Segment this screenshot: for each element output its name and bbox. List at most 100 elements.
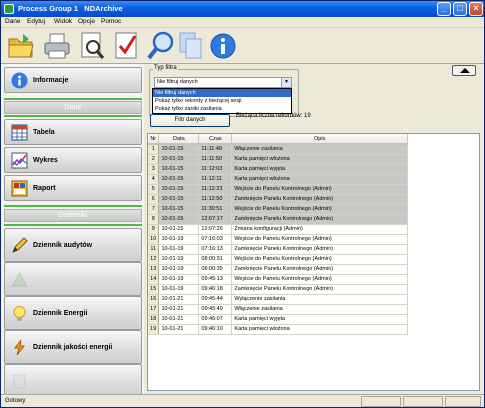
checkmark-icon[interactable] — [113, 31, 141, 61]
section-header-dane: Dane — [4, 101, 142, 114]
column-header-opis[interactable]: Opis — [231, 134, 408, 145]
filter-option[interactable]: Pokaż tylko zaniki zasilania — [153, 105, 291, 113]
table-row[interactable]: 4 10-01-15 11:12:11 Karta pamięci włożona — [148, 174, 408, 185]
row-number: 14 — [148, 274, 160, 285]
filter-data-button[interactable]: Filtr danych — [150, 114, 230, 127]
lightbulb-icon — [13, 306, 26, 321]
row-description: Wejście do Panelu Kontrolnego (Admin) — [231, 254, 408, 265]
row-description: Zamknięcie Panelu Kontrolnego (Admin) — [231, 244, 408, 255]
row-time: 07:16:03 — [198, 234, 233, 245]
table-row[interactable]: 5 10-01-15 11:12:23 Wejście do Panelu Kontr… — [148, 184, 408, 195]
table-row[interactable]: 6 10-01-15 11:12:50 Zamknięcie Panelu Kontr… — [148, 194, 408, 205]
copy-pages-icon[interactable] — [177, 31, 205, 61]
sidebar-item-informacje[interactable]: Informacje — [4, 67, 142, 93]
column-header-data[interactable]: Data — [158, 134, 200, 145]
sidebar: Informacje Dane Tabela Wykres Raport Dzi… — [1, 64, 144, 398]
row-date: 10-01-19 — [158, 244, 200, 255]
row-date: 10-01-15 — [158, 144, 200, 155]
sidebar-item-tabela[interactable]: Tabela — [4, 119, 142, 145]
table-row[interactable]: 19 10-01-21 09:46:10 Karta pamięci włożona — [148, 324, 408, 335]
menu-opcje[interactable]: Opcje — [78, 18, 95, 25]
column-header-nr[interactable]: Nr — [148, 134, 160, 145]
sidebar-item-wykres[interactable]: Wykres — [4, 147, 142, 173]
row-number: 7 — [148, 204, 160, 215]
filter-legend: Typ filtra — [153, 65, 178, 71]
sidebar-item-dziennik-audytow[interactable]: Dziennik audytów — [4, 228, 142, 262]
filter-option[interactable]: Nie filtruj danych — [153, 89, 291, 97]
table-row[interactable]: 12 10-01-19 08:00:31 Wejście do Panelu Kont… — [148, 254, 408, 265]
row-time: 12:07:26 — [198, 224, 233, 235]
print-preview-icon[interactable] — [79, 31, 107, 61]
menu-edytuj[interactable]: Edytuj — [27, 18, 45, 25]
row-description: Karta pamięci wyjęta — [231, 164, 408, 175]
lightning-icon — [14, 339, 26, 356]
printer-icon[interactable] — [43, 31, 71, 61]
chart-icon — [11, 152, 28, 169]
table-row[interactable]: 14 10-01-19 09:45:13 Wejście do Panelu Kont… — [148, 274, 408, 285]
sidebar-item-raport[interactable]: Raport — [4, 175, 142, 201]
table-row[interactable]: 10 10-01-19 07:16:03 Wejście do Panelu Kont… — [148, 234, 408, 245]
filter-option[interactable]: Pokaż tylko rekordy z bieżącej sesji — [153, 97, 291, 105]
row-date: 10-01-15 — [158, 224, 200, 235]
chevron-down-icon[interactable]: ▼ — [281, 78, 291, 87]
table-row[interactable]: 17 10-01-21 09:45:49 Włączenie zasilania — [148, 304, 408, 315]
menu-pomoc[interactable]: Pomoc — [101, 18, 121, 25]
sidebar-label: Dziennik jakości energii — [33, 344, 113, 351]
row-date: 10-01-15 — [158, 214, 200, 225]
sidebar-item-dziennik-jakosci-energii[interactable]: Dziennik jakości energii — [4, 330, 142, 364]
column-header-czas[interactable]: Czas — [198, 134, 233, 145]
table-row[interactable]: 16 10-01-21 09:45:44 Wyłączenie zasilania — [148, 294, 408, 305]
row-date: 10-01-15 — [158, 194, 200, 205]
row-description: Wyłączenie zasilania — [231, 294, 408, 305]
table-row[interactable]: 13 10-01-19 08:00:35 Zamknięcie Panelu Kont… — [148, 264, 408, 275]
table-row[interactable]: 15 10-01-19 09:46:18 Zamknięcie Panelu Kont… — [148, 284, 408, 295]
row-time: 11:12:11 — [198, 174, 233, 185]
table-row[interactable]: 1 10-01-15 11:11:49 Włączenie zasilania — [148, 144, 408, 155]
maximize-button[interactable]: □ — [453, 2, 467, 16]
row-date: 10-01-21 — [158, 304, 200, 315]
table-row[interactable]: 7 10-01-15 11:30:51 Wejście do Panelu Kontr… — [148, 204, 408, 215]
row-time: 11:30:51 — [198, 204, 233, 215]
app-window: Process Group 1 NDArchive _ □ × Dane Edy… — [0, 0, 485, 408]
table-row[interactable]: 3 10-01-15 11:12:03 Karta pamięci wyjęta — [148, 164, 408, 175]
row-date: 10-01-15 — [158, 204, 200, 215]
row-time: 09:46:10 — [198, 324, 233, 335]
row-number: 10 — [148, 234, 160, 245]
filter-type-select[interactable]: Nie filtruj danych ▼ — [154, 77, 292, 88]
title-bar[interactable]: Process Group 1 NDArchive _ □ × — [1, 1, 484, 17]
sidebar-item-disabled-2 — [4, 364, 142, 398]
table-row[interactable]: 18 10-01-21 09:46:07 Karta pamięci wyjęta — [148, 314, 408, 325]
info-icon[interactable] — [209, 31, 237, 61]
row-number: 15 — [148, 284, 160, 295]
table-row[interactable]: 9 10-01-15 12:07:26 Zmiana konfiguracji (Ad… — [148, 224, 408, 235]
status-text: Gotowy — [5, 398, 26, 404]
row-time: 11:11:50 — [198, 154, 233, 165]
row-description: Zamknięcie Panelu Kontrolnego (Admin) — [231, 214, 408, 225]
row-number: 2 — [148, 154, 160, 165]
row-date: 10-01-19 — [158, 254, 200, 265]
table-row[interactable]: 2 10-01-15 11:11:50 Karta pamięci włożona — [148, 154, 408, 165]
menu-dane[interactable]: Dane — [5, 18, 21, 25]
table-row[interactable]: 11 10-01-19 07:16:13 Zamknięcie Panelu Kont… — [148, 244, 408, 255]
sidebar-label: Wykres — [33, 157, 58, 164]
row-time: 09:45:13 — [198, 274, 233, 285]
table-row[interactable]: 8 10-01-15 12:07:17 Zamknięcie Panelu Kontr… — [148, 214, 408, 225]
open-folder-icon[interactable] — [7, 31, 35, 61]
row-date: 10-01-21 — [158, 294, 200, 305]
row-time: 08:00:31 — [198, 254, 233, 265]
status-panel — [403, 396, 443, 407]
audit-log-table[interactable]: Nr Data Czas Opis 1 10-01-15 11:11:49 Włącz… — [147, 133, 480, 391]
sidebar-item-dziennik-energii[interactable]: Dziennik Energii — [4, 296, 142, 330]
row-description: Zamknięcie Panelu Kontrolnego (Admin) — [231, 194, 408, 205]
row-number: 16 — [148, 294, 160, 305]
close-button[interactable]: × — [469, 2, 483, 16]
row-time: 11:12:50 — [198, 194, 233, 205]
menu-widok[interactable]: Widok — [54, 18, 72, 25]
sidebar-item-disabled-1 — [4, 262, 142, 296]
collapse-button[interactable] — [452, 65, 476, 76]
magnifier-icon[interactable] — [147, 31, 175, 61]
row-description: Karta pamięci włożona — [231, 324, 408, 335]
section-header-dzienniki: Dzienniki — [4, 209, 142, 222]
minimize-button[interactable]: _ — [437, 2, 451, 16]
row-date: 10-01-21 — [158, 314, 200, 325]
